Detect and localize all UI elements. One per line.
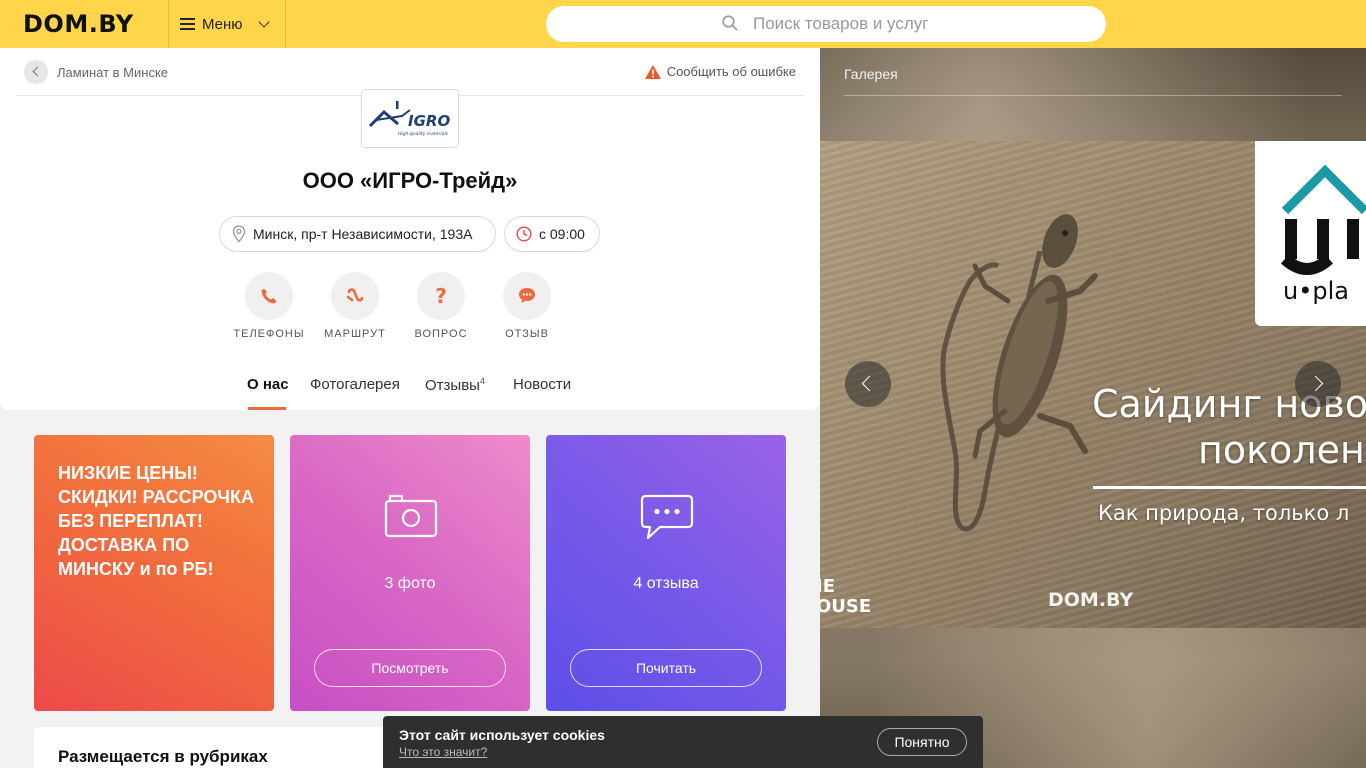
camera-icon [384,494,438,538]
tab-about[interactable]: О нас [247,376,289,393]
hours-pill[interactable]: с 09:00 [504,216,600,252]
route-action[interactable]: МАРШРУТ [315,272,395,340]
review-action[interactable]: ОТЗЫВ [487,272,567,340]
company-card: Ламинат в Минске Сообщить об ошибке IGRO… [0,48,820,410]
company-logo: IGRO High-quality materials [361,89,459,148]
search-input[interactable] [753,14,1083,34]
report-error-link[interactable]: Сообщить об ошибке [644,64,796,79]
menu-button[interactable]: Меню [168,0,286,48]
breadcrumb-label[interactable]: Ламинат в Минске [57,65,168,80]
company-logo-tagline: High-quality materials [398,131,449,137]
slide-house-text: IEOUSE [820,576,872,617]
read-reviews-button[interactable]: Почитать [570,649,762,687]
company-name: ООО «ИГРО-Трейд» [302,168,518,193]
company-tabs: О нас Фотогалерея Отзывы4 Новости [0,376,820,410]
chevron-down-icon [258,16,270,28]
cookie-banner: Этот сайт использует cookies Что это зна… [383,716,983,768]
photos-tile[interactable]: 3 фото Посмотреть [290,435,530,711]
promo-text: НИЗКИЕ ЦЕНЫ! СКИДКИ! РАССРОЧКА БЕЗ ПЕРЕП… [58,463,255,579]
reviews-count: 4 отзыва [633,575,699,592]
rubrics-card: Размещается в рубриках [34,727,394,768]
cookie-accept-button[interactable]: Понятно [877,728,967,756]
tab-photo-gallery[interactable]: Фотогалерея [310,376,400,393]
hours-text: с 09:00 [539,226,585,242]
tab-reviews-label: Отзывы [425,377,480,394]
uplast-logo: u•pla [1255,141,1366,326]
tab-news[interactable]: Новости [513,376,571,393]
breadcrumb[interactable]: Ламинат в Минске [24,60,168,84]
gallery-panel: Галерея u•pla Сайдинг ново поколен Как п… [820,48,1366,768]
review-label: ОТЗЫВ [505,328,549,340]
speech-bubble-icon [640,494,694,540]
slide-subline: Как природа, только л [1098,501,1350,525]
view-photos-button[interactable]: Посмотреть [314,649,506,687]
promo-tile: НИЗКИЕ ЦЕНЫ! СКИДКИ! РАССРОЧКА БЕЗ ПЕРЕП… [34,435,274,711]
phone-icon[interactable] [245,272,293,320]
gallery-title: Галерея [844,66,898,82]
phones-action[interactable]: ТЕЛЕФОНЫ [229,272,309,340]
uplast-brand-text: u•pla [1283,277,1349,305]
gallery-prev-button[interactable] [845,361,891,407]
route-label: МАРШРУТ [324,328,386,340]
top-header: DOM.BY Меню [0,0,1366,48]
phones-label: ТЕЛЕФОНЫ [233,328,305,340]
slide-headline-line2: поколен [1198,428,1365,472]
address-text: Минск, пр-т Независимости, 193А [253,226,473,242]
site-logo[interactable]: DOM.BY [23,10,134,38]
clock-icon [516,226,532,242]
reviews-tile[interactable]: 4 отзыва Почитать [546,435,786,711]
gallery-slide[interactable]: u•pla Сайдинг ново поколен Как природа, … [820,141,1366,628]
question-label: ВОПРОС [414,328,468,340]
search-icon [722,15,738,31]
location-pin-icon [232,225,246,243]
question-action[interactable]: ? ВОПРОС [401,272,481,340]
address-pill[interactable]: Минск, пр-т Независимости, 193А [219,216,496,252]
chat-icon[interactable] [503,272,551,320]
back-arrow-icon[interactable] [24,60,48,84]
report-error-label: Сообщить об ошибке [666,64,796,79]
cookie-info-link[interactable]: Что это значит? [399,745,487,759]
menu-label: Меню [202,15,243,33]
question-icon[interactable]: ? [417,272,465,320]
search-bar[interactable] [546,6,1106,42]
rubrics-title: Размещается в рубриках [58,747,268,766]
tab-reviews-count: 4 [479,376,485,386]
tab-reviews[interactable]: Отзывы4 [425,376,485,394]
route-icon[interactable] [331,272,379,320]
photos-count: 3 фото [384,575,436,592]
slide-watermark: DOM.BY [1048,589,1134,611]
cookie-title: Этот сайт использует cookies [399,727,605,743]
divider [844,95,1342,96]
warning-icon [644,64,661,79]
hamburger-icon [180,18,195,30]
gallery-next-button[interactable] [1295,361,1341,407]
company-logo-text: IGRO [408,112,450,130]
active-tab-indicator [248,407,286,410]
